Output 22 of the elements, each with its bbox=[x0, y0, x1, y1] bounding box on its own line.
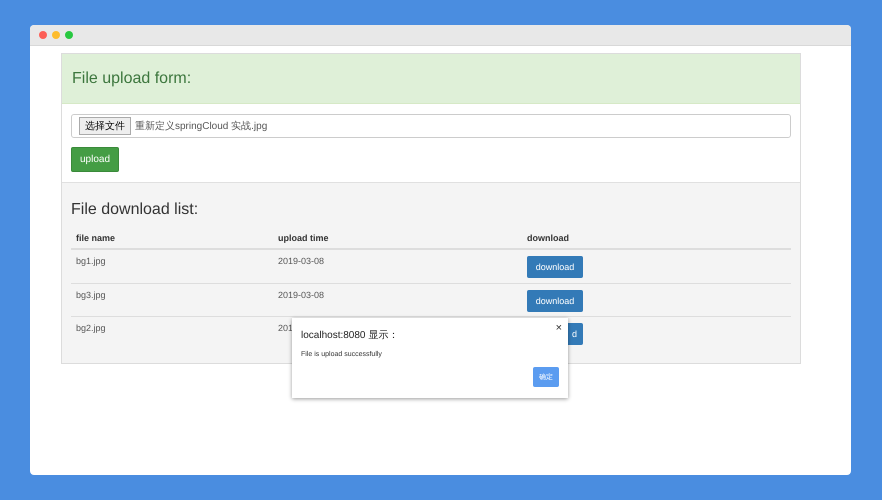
close-icon[interactable] bbox=[39, 31, 47, 39]
table-cell: bg3.jpg bbox=[76, 290, 106, 300]
section-title: File download list: bbox=[71, 201, 200, 219]
table-cell: 201 bbox=[278, 323, 294, 333]
file-input[interactable]: 选择文件 重新定义springCloud 实战.jpg bbox=[71, 114, 791, 138]
table-cell: 2019-03-08 bbox=[278, 256, 324, 266]
column-header: upload time bbox=[278, 233, 329, 243]
upload-button[interactable]: upload bbox=[71, 147, 120, 172]
minimize-icon[interactable] bbox=[52, 31, 60, 39]
dialog-title: localhost:8080 显示： bbox=[301, 329, 400, 342]
table-cell: bg1.jpg bbox=[76, 256, 106, 266]
table-cell: 2019-03-08 bbox=[278, 290, 324, 300]
maximize-icon[interactable] bbox=[65, 31, 73, 39]
column-header: download bbox=[527, 233, 569, 243]
file-name: 重新定义springCloud 实战.jpg bbox=[135, 120, 268, 133]
close-button[interactable]: × bbox=[556, 322, 562, 334]
table-cell: bg2.jpg bbox=[76, 323, 106, 333]
download-button[interactable]: download bbox=[527, 290, 583, 312]
column-header: file name bbox=[76, 233, 116, 243]
choose-file-button[interactable]: 选择文件 bbox=[79, 117, 131, 135]
download-button[interactable]: download bbox=[527, 256, 583, 278]
panel-title: File upload form: bbox=[72, 70, 192, 88]
